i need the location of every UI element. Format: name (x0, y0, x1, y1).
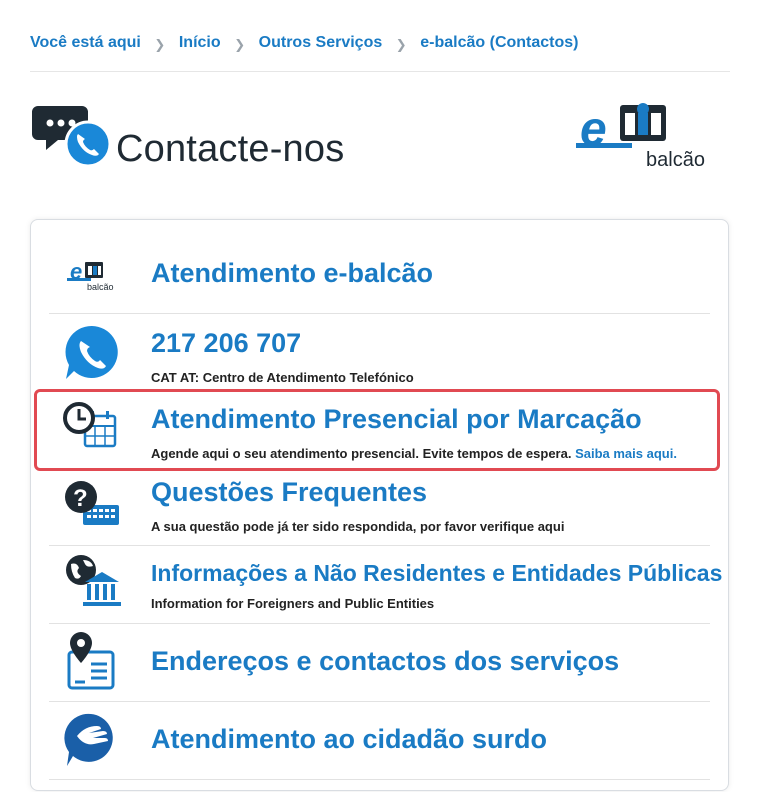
breadcrumb-link-inicio[interactable]: Início (179, 34, 221, 52)
breadcrumb-link-ebalcao[interactable]: e-balcão (Contactos) (420, 34, 578, 52)
service-subtitle: A sua questão pode já ter sido respondid… (151, 519, 565, 534)
page-title: Contacte-nos (116, 128, 345, 170)
list-item[interactable]: Informações a Não Residentes e Entidades… (49, 546, 722, 624)
svg-text:?: ? (73, 485, 88, 512)
service-subtitle: Information for Foreigners and Public En… (151, 596, 435, 611)
service-title[interactable]: Atendimento e-balcão (151, 258, 433, 289)
phone-icon (65, 325, 118, 379)
ebalcao-logo: e balcão (574, 101, 724, 171)
chevron-right-icon: ❯ (234, 37, 246, 52)
list-item[interactable]: e balcão Atendimento e-balcão (49, 234, 710, 314)
service-title[interactable]: Questões Frequentes (151, 477, 427, 508)
service-title[interactable]: Atendimento ao cidadão surdo (151, 724, 547, 755)
chevron-right-icon: ❯ (154, 37, 166, 52)
svg-text:e: e (580, 103, 607, 156)
svg-text:balcão: balcão (87, 282, 114, 292)
service-title[interactable]: Endereços e contactos dos serviços (151, 646, 619, 677)
chat-phone-icon (32, 106, 112, 168)
globe-building-icon (66, 555, 121, 606)
location-address-icon (67, 632, 115, 690)
ebalcao-icon: e balcão (67, 259, 114, 292)
breadcrumb-label: Você está aqui (30, 34, 141, 51)
question-keyboard-icon: ? (65, 481, 119, 525)
contact-panel: e balcão Atendimento e-balcão 217 206 70… (30, 219, 729, 791)
list-item[interactable]: ? Questões Frequentes A sua questão pode… (49, 468, 710, 546)
service-title[interactable]: Informações a Não Residentes e Entidades… (151, 560, 722, 587)
divider (30, 71, 730, 72)
ebalcao-logo-text: balcão (646, 149, 705, 171)
phone-number[interactable]: 217 206 707 (151, 328, 301, 359)
list-item[interactable]: Atendimento ao cidadão surdo (49, 702, 710, 780)
chevron-right-icon: ❯ (395, 37, 407, 52)
svg-text:e: e (70, 259, 82, 284)
highlight-frame (34, 389, 720, 471)
breadcrumb-link-outros-servicos[interactable]: Outros Serviços (259, 34, 383, 52)
page-header: Contacte-nos (32, 98, 392, 178)
list-item[interactable]: 217 206 707 CAT AT: Centro de Atendiment… (49, 314, 710, 390)
service-subtitle: CAT AT: Centro de Atendimento Telefónico (151, 370, 414, 385)
list-item[interactable]: Endereços e contactos dos serviços (49, 624, 710, 702)
breadcrumb: Você está aqui ❯ Início ❯ Outros Serviço… (30, 31, 730, 55)
sign-language-icon (64, 713, 113, 766)
